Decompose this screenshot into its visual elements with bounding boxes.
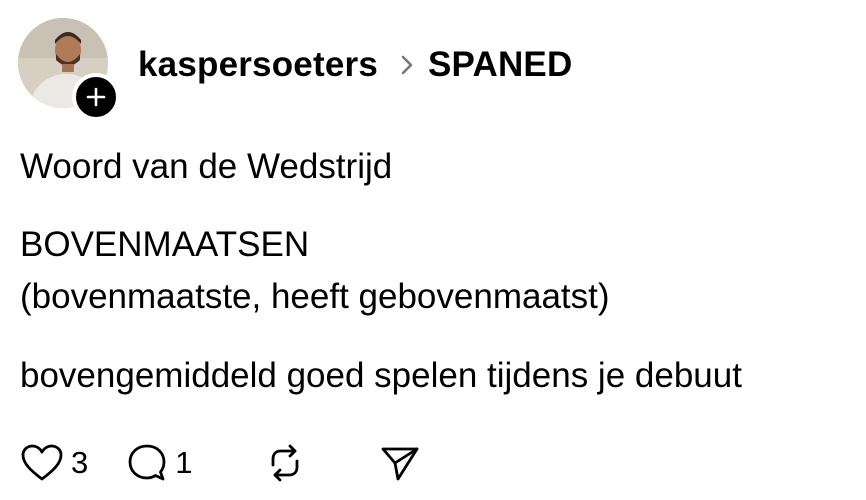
like-button[interactable]: 3 bbox=[20, 443, 88, 483]
repost-button[interactable] bbox=[265, 443, 305, 483]
share-button[interactable] bbox=[379, 443, 421, 483]
avatar-container[interactable] bbox=[18, 18, 120, 121]
like-count: 3 bbox=[71, 445, 89, 480]
post-text-word: BOVENMAATSEN bbox=[20, 225, 310, 264]
chevron-right-icon bbox=[400, 54, 414, 76]
plus-icon bbox=[86, 87, 106, 107]
repost-icon bbox=[271, 444, 298, 482]
post-text-definition: bovengemiddeld goed spelen tijdens je de… bbox=[20, 356, 742, 395]
reply-button[interactable]: 1 bbox=[126, 442, 193, 484]
follow-button[interactable] bbox=[72, 73, 120, 121]
send-icon bbox=[381, 447, 418, 481]
comment-icon bbox=[128, 444, 166, 481]
reply-count: 1 bbox=[175, 445, 193, 480]
thread-post: kaspersoeters SPANED Woord van de Wedstr… bbox=[0, 0, 866, 500]
post-text-forms: (bovenmaatste, heeft gebovenmaatst) bbox=[20, 277, 610, 316]
author-username[interactable]: kaspersoeters bbox=[138, 45, 378, 85]
heart-icon bbox=[21, 444, 63, 481]
community-name[interactable]: SPANED bbox=[428, 45, 572, 85]
post-header: kaspersoeters SPANED bbox=[138, 42, 572, 88]
post-text-title: Woord van de Wedstrijd bbox=[20, 147, 393, 186]
post-actions: 3 1 bbox=[20, 440, 459, 486]
